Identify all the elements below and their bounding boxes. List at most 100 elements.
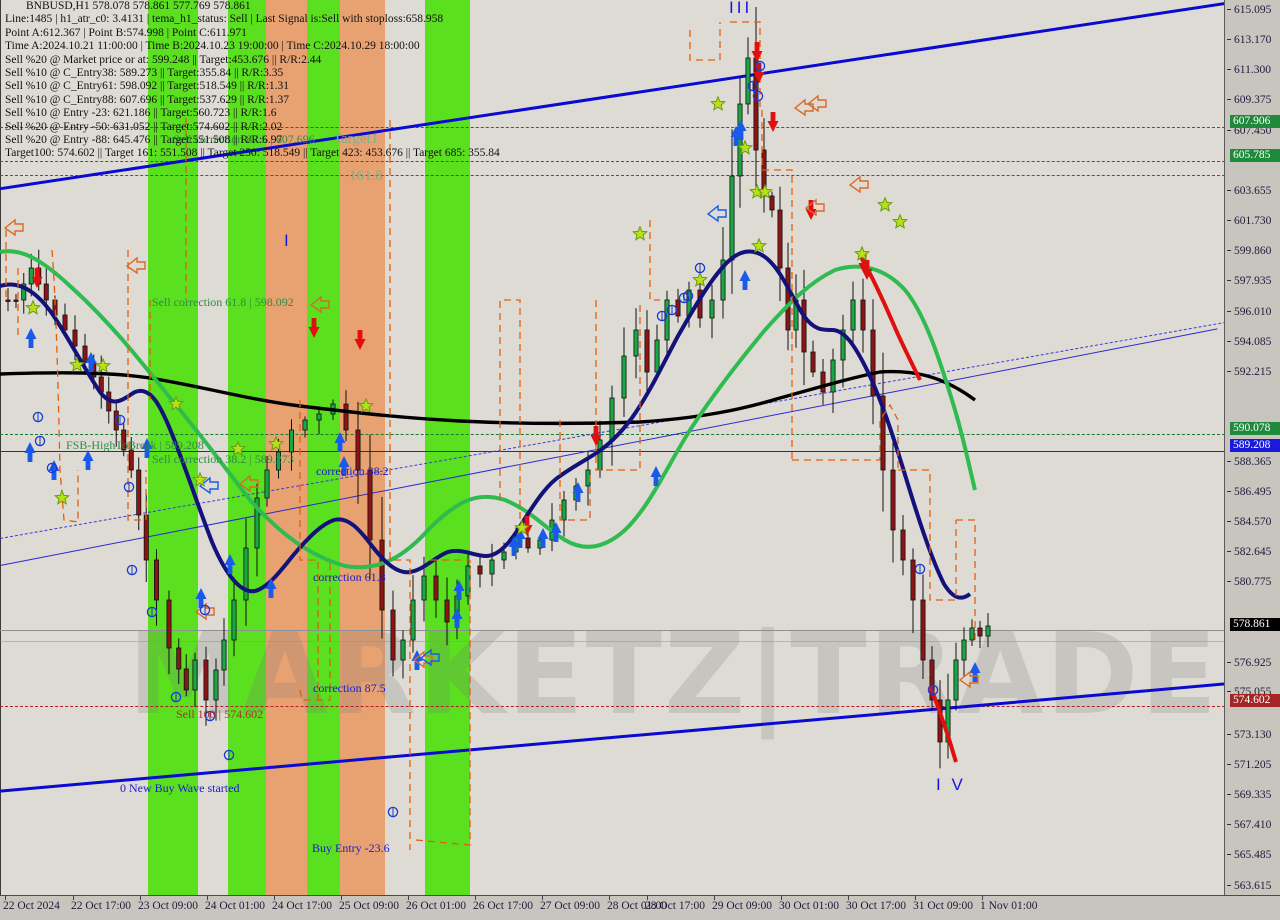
hollow-arrow-7 bbox=[804, 198, 825, 217]
time-tick-15: 1 Nov 01:00 bbox=[980, 900, 1038, 912]
price-tick-7: 599.860 bbox=[1225, 245, 1280, 258]
chart-label-7: Sell correction 38.2 | 589.273 bbox=[152, 452, 294, 466]
time-tick-3: 24 Oct 01:00 bbox=[205, 900, 266, 912]
circle-marker-20 bbox=[46, 462, 58, 474]
header-line-9: Sell %20 @ Entry -88: 645.476 || Target:… bbox=[5, 133, 283, 146]
star-marker-16 bbox=[876, 196, 894, 212]
level-secondary bbox=[0, 641, 1225, 642]
price-highlight-red: 574.602 bbox=[1230, 694, 1280, 707]
time-scale[interactable]: 22 Oct 2024 22 Oct 17:00 23 Oct 09:00 24 Oc… bbox=[0, 895, 1280, 920]
circle-marker-11 bbox=[682, 290, 694, 302]
price-tick-12: 588.365 bbox=[1225, 456, 1280, 469]
sell-arrow-8 bbox=[861, 260, 873, 280]
price-tick-22: 567.410 bbox=[1225, 819, 1280, 832]
chart-label-12: 0 New Buy Wave started bbox=[120, 781, 240, 795]
header-line-1: Point A:612.367 | Point B:574.998 | Poin… bbox=[5, 26, 247, 39]
price-tick-16: 580.775 bbox=[1225, 576, 1280, 589]
parabolic-segment-1 bbox=[51, 249, 79, 523]
price-tick-24: 563.615 bbox=[1225, 880, 1280, 893]
buy-arrow-11 bbox=[411, 650, 423, 670]
star-marker-13 bbox=[750, 237, 768, 253]
header-line-10: Target100: 574.602 || Target 161: 551.50… bbox=[5, 147, 500, 160]
time-tick-7: 26 Oct 17:00 bbox=[473, 900, 534, 912]
parabolic-segment-0 bbox=[5, 230, 19, 340]
chart-label-13: Buy Entry -23.6 bbox=[312, 841, 390, 855]
price-tick-0: 615.095 bbox=[1225, 4, 1280, 17]
parabolic-segment-9 bbox=[499, 299, 521, 520]
parabolic-segment-18 bbox=[956, 519, 976, 640]
time-tick-1: 22 Oct 17:00 bbox=[71, 900, 132, 912]
sell-arrow-7 bbox=[858, 254, 870, 274]
parabolic-segment-2 bbox=[127, 250, 147, 521]
star-marker-14 bbox=[853, 245, 871, 261]
star-marker-0 bbox=[24, 299, 42, 315]
buy-arrow-16 bbox=[537, 528, 549, 548]
time-tick-10: 28 Oct 17:00 bbox=[645, 900, 706, 912]
ma-signal-down-line bbox=[859, 255, 922, 381]
sell-arrow-10 bbox=[590, 426, 602, 446]
hollow-arrow-blue-1 bbox=[706, 204, 727, 223]
time-tick-11: 29 Oct 09:00 bbox=[712, 900, 773, 912]
price-scale[interactable]: 615.095 613.170 611.300 609.375 607.450 603.6… bbox=[1224, 0, 1280, 896]
price-tick-8: 597.935 bbox=[1225, 275, 1280, 288]
parabolic-segment-12 bbox=[649, 220, 660, 301]
buy-arrow-1 bbox=[85, 352, 97, 372]
header-line-5: Sell %10 @ C_Entry61: 598.092 || Target:… bbox=[5, 80, 290, 93]
price-tick-5: 603.655 bbox=[1225, 185, 1280, 198]
chart-label-2: 161.8 bbox=[349, 168, 383, 184]
header-line-7: Sell %10 @ Entry -23: 621.186 || Target:… bbox=[5, 107, 277, 120]
price-tick-6: 601.730 bbox=[1225, 215, 1280, 228]
circle-marker-10 bbox=[678, 292, 690, 304]
buy-arrow-17 bbox=[550, 522, 562, 542]
price-highlight-green: 590.078 bbox=[1230, 422, 1280, 435]
circle-marker-4 bbox=[199, 604, 211, 616]
price-highlight-black: 578.861 bbox=[1230, 618, 1280, 631]
hollow-arrow-9 bbox=[848, 175, 869, 194]
hollow-arrow-0 bbox=[3, 218, 24, 237]
price-tick-1: 613.170 bbox=[1225, 34, 1280, 47]
price-highlight-green: 607.906 bbox=[1230, 115, 1280, 128]
ma-slow-line bbox=[0, 369, 977, 426]
chart-label-5: Sell correction 61.8 | 598.092 bbox=[152, 295, 294, 309]
price-tick-15: 582.645 bbox=[1225, 546, 1280, 559]
sell-arrow-9 bbox=[521, 516, 533, 536]
time-tick-8: 27 Oct 09:00 bbox=[540, 900, 601, 912]
chart-label-10: correction 87.5 bbox=[313, 681, 386, 695]
price-tick-17: 576.925 bbox=[1225, 657, 1280, 670]
price-highlight-green: 605.785 bbox=[1230, 149, 1280, 162]
header-line-8: Sell %20 @ Entry -50: 631.052 || Target:… bbox=[5, 120, 283, 133]
hollow-arrow-1 bbox=[125, 256, 146, 275]
circle-marker-17 bbox=[927, 684, 939, 696]
header-line-0: Line:1485 | h1_atr_c0: 3.4131 | tema_h1_… bbox=[5, 13, 444, 26]
chart-label-9: correction 61.8 bbox=[313, 570, 386, 584]
time-tick-12: 30 Oct 01:00 bbox=[779, 900, 840, 912]
time-tick-6: 26 Oct 01:00 bbox=[406, 900, 467, 912]
price-tick-21: 569.335 bbox=[1225, 789, 1280, 802]
star-marker-17 bbox=[513, 519, 531, 535]
time-tick-4: 24 Oct 17:00 bbox=[272, 900, 333, 912]
circle-marker-8 bbox=[656, 310, 668, 322]
header-line-6: Sell %10 @ C_Entry88: 607.696 || Target:… bbox=[5, 93, 290, 106]
price-tick-10: 594.085 bbox=[1225, 336, 1280, 349]
level-last-price bbox=[0, 630, 1225, 631]
circle-marker-7 bbox=[126, 564, 138, 576]
price-tick-9: 596.010 bbox=[1225, 306, 1280, 319]
level-1618 bbox=[0, 175, 1225, 176]
circle-marker-0 bbox=[32, 411, 44, 423]
star-marker-1 bbox=[68, 356, 86, 372]
price-tick-23: 565.485 bbox=[1225, 849, 1280, 862]
price-tick-19: 573.130 bbox=[1225, 729, 1280, 742]
circle-marker-18 bbox=[387, 806, 399, 818]
chart-label-8: correction 38.2 bbox=[316, 464, 389, 478]
parabolic-segment-16 bbox=[792, 403, 899, 470]
time-tick-0: 22 Oct 2024 bbox=[3, 900, 60, 912]
price-tick-2: 611.300 bbox=[1225, 64, 1280, 77]
header-line-3: Sell %20 @ Market price or at: 599.248 |… bbox=[5, 53, 322, 66]
price-highlight-blue: 589.208 bbox=[1230, 439, 1280, 452]
buy-arrow-19 bbox=[650, 466, 662, 486]
circle-marker-19 bbox=[34, 435, 46, 447]
ma-signal-down-line-2 bbox=[928, 685, 958, 763]
buy-arrow-18 bbox=[572, 482, 584, 502]
star-marker-3 bbox=[94, 357, 112, 373]
time-tick-2: 23 Oct 09:00 bbox=[138, 900, 199, 912]
